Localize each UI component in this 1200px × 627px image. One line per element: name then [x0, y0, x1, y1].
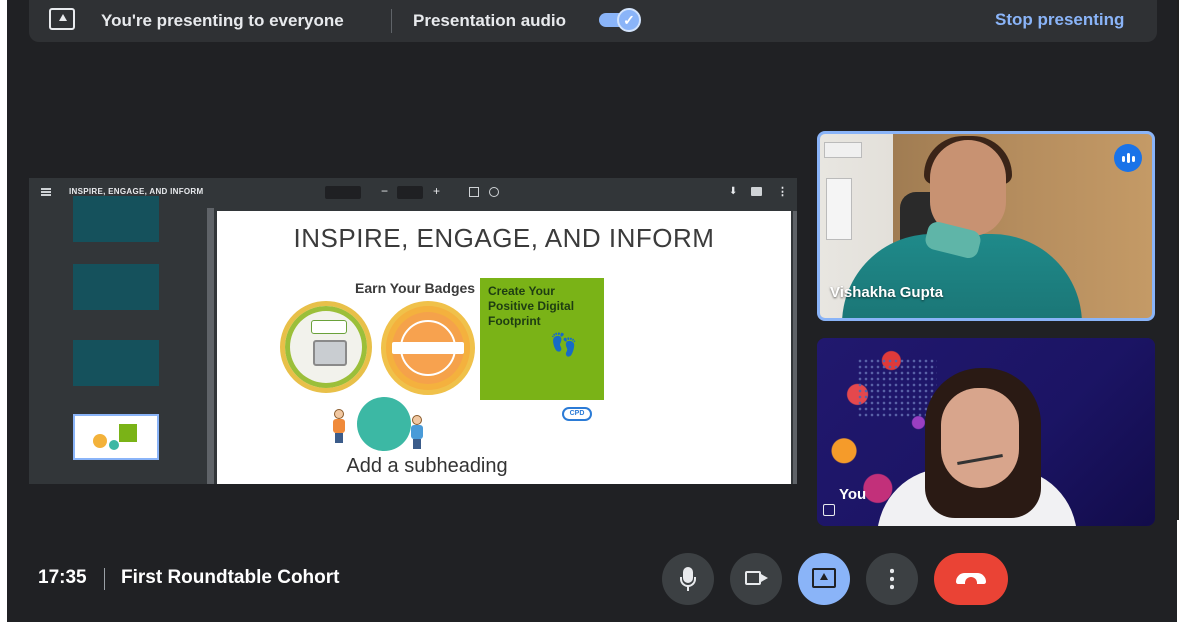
- kid-body: [333, 419, 345, 433]
- mic-stand: [687, 586, 689, 591]
- meeting-clock: 17:35: [38, 567, 87, 588]
- slide-subheading: Add a subheading: [346, 455, 508, 477]
- fit-page-icon[interactable]: [469, 187, 479, 197]
- thumbnail-teal-circle: [109, 440, 119, 450]
- more-options-button[interactable]: [866, 553, 918, 605]
- kid-head: [412, 415, 422, 425]
- teal-circle-graphic: [357, 397, 411, 451]
- menu-icon[interactable]: [41, 188, 51, 196]
- kid-legs: [413, 439, 421, 449]
- kid-legs: [335, 433, 343, 443]
- print-icon[interactable]: [751, 187, 762, 196]
- thumbnail-green-box: [119, 424, 137, 442]
- zoom-out-icon[interactable]: −: [381, 184, 388, 198]
- badges-heading: Earn Your Badges: [355, 280, 476, 296]
- side-panel-edge: [1177, 0, 1200, 627]
- microphone-icon: [680, 567, 696, 587]
- wall-frame: [826, 178, 852, 240]
- viewer-more-icon[interactable]: ⋮: [777, 185, 788, 198]
- hang-up-icon: [956, 573, 986, 584]
- divider: [391, 9, 392, 33]
- literacy-badge-image: [280, 301, 372, 393]
- slide-title: INSPIRE, ENGAGE, AND INFORM: [293, 223, 715, 253]
- speaking-indicator-icon: [1114, 144, 1142, 172]
- cpd-logo: CPD: [562, 407, 592, 421]
- shared-screen: INSPIRE, ENGAGE, AND INFORM − + ⬇ ⋮ INSP…: [29, 178, 797, 484]
- computer-icon: [313, 340, 347, 366]
- footprints-icon: 👣: [550, 332, 578, 357]
- digital-footprint-box: Create Your Positive Digital Footprint 👣: [480, 278, 604, 400]
- slide-scrollbar[interactable]: [793, 211, 797, 484]
- page-thumbnail[interactable]: [73, 196, 159, 242]
- presentation-audio-toggle[interactable]: ✓: [599, 8, 643, 32]
- zoom-level-field[interactable]: [397, 186, 423, 199]
- meeting-title: First Roundtable Cohort: [121, 567, 340, 588]
- page-thumbnail[interactable]: [73, 340, 159, 386]
- participant-face: [930, 140, 1006, 236]
- participant-name: You: [839, 486, 867, 503]
- panel-divider: [1177, 0, 1179, 520]
- presentation-audio-label: Presentation audio: [413, 11, 567, 30]
- child-illustration: [331, 409, 347, 443]
- thumbnail-scrollbar[interactable]: [207, 208, 214, 484]
- self-view-icon: [823, 504, 835, 516]
- leave-call-button[interactable]: [934, 553, 1008, 605]
- page-thumbnail-current[interactable]: [73, 414, 159, 460]
- kid-body: [411, 425, 423, 439]
- microphone-button[interactable]: [662, 553, 714, 605]
- meeting-stage: You're presenting to everyone Presentati…: [7, 0, 1177, 622]
- page-thumbnail[interactable]: [73, 264, 159, 310]
- badge-label-block: [311, 320, 347, 334]
- more-options-icon: [890, 567, 894, 591]
- zoom-in-icon[interactable]: +: [433, 184, 440, 198]
- digital-footprint-text: Create Your Positive Digital Footprint: [488, 284, 575, 328]
- badge-banner: [392, 342, 464, 354]
- map-dots: [857, 358, 937, 418]
- presenting-status-text: You're presenting to everyone: [101, 11, 344, 30]
- download-icon[interactable]: ⬇: [729, 186, 737, 197]
- participant-tile-vishakha[interactable]: Vishakha Gupta: [817, 131, 1155, 321]
- camera-icon: [745, 571, 768, 585]
- present-now-button[interactable]: [798, 553, 850, 605]
- fact-badge-image: [381, 301, 475, 395]
- page-thumbnails: [29, 196, 207, 484]
- check-icon: ✓: [617, 8, 641, 32]
- presenting-bar: You're presenting to everyone Presentati…: [29, 0, 1157, 42]
- participant-face: [941, 388, 1019, 488]
- camera-button[interactable]: [730, 553, 782, 605]
- participant-tile-self[interactable]: You: [817, 338, 1155, 526]
- stop-presenting-button[interactable]: Stop presenting: [995, 10, 1124, 30]
- pdf-document-title: INSPIRE, ENGAGE, AND INFORM: [69, 187, 204, 196]
- present-screen-icon: [812, 568, 836, 588]
- page-number-field[interactable]: [325, 186, 361, 199]
- wall-frame: [824, 142, 862, 158]
- current-slide: INSPIRE, ENGAGE, AND INFORM Earn Your Ba…: [217, 211, 791, 484]
- thumbnail-badge: [93, 434, 107, 448]
- kid-head: [334, 409, 344, 419]
- rotate-icon[interactable]: [489, 187, 499, 197]
- child-illustration: [409, 415, 425, 449]
- divider: [104, 568, 105, 590]
- present-screen-icon: [49, 8, 75, 30]
- participant-name: Vishakha Gupta: [830, 284, 944, 301]
